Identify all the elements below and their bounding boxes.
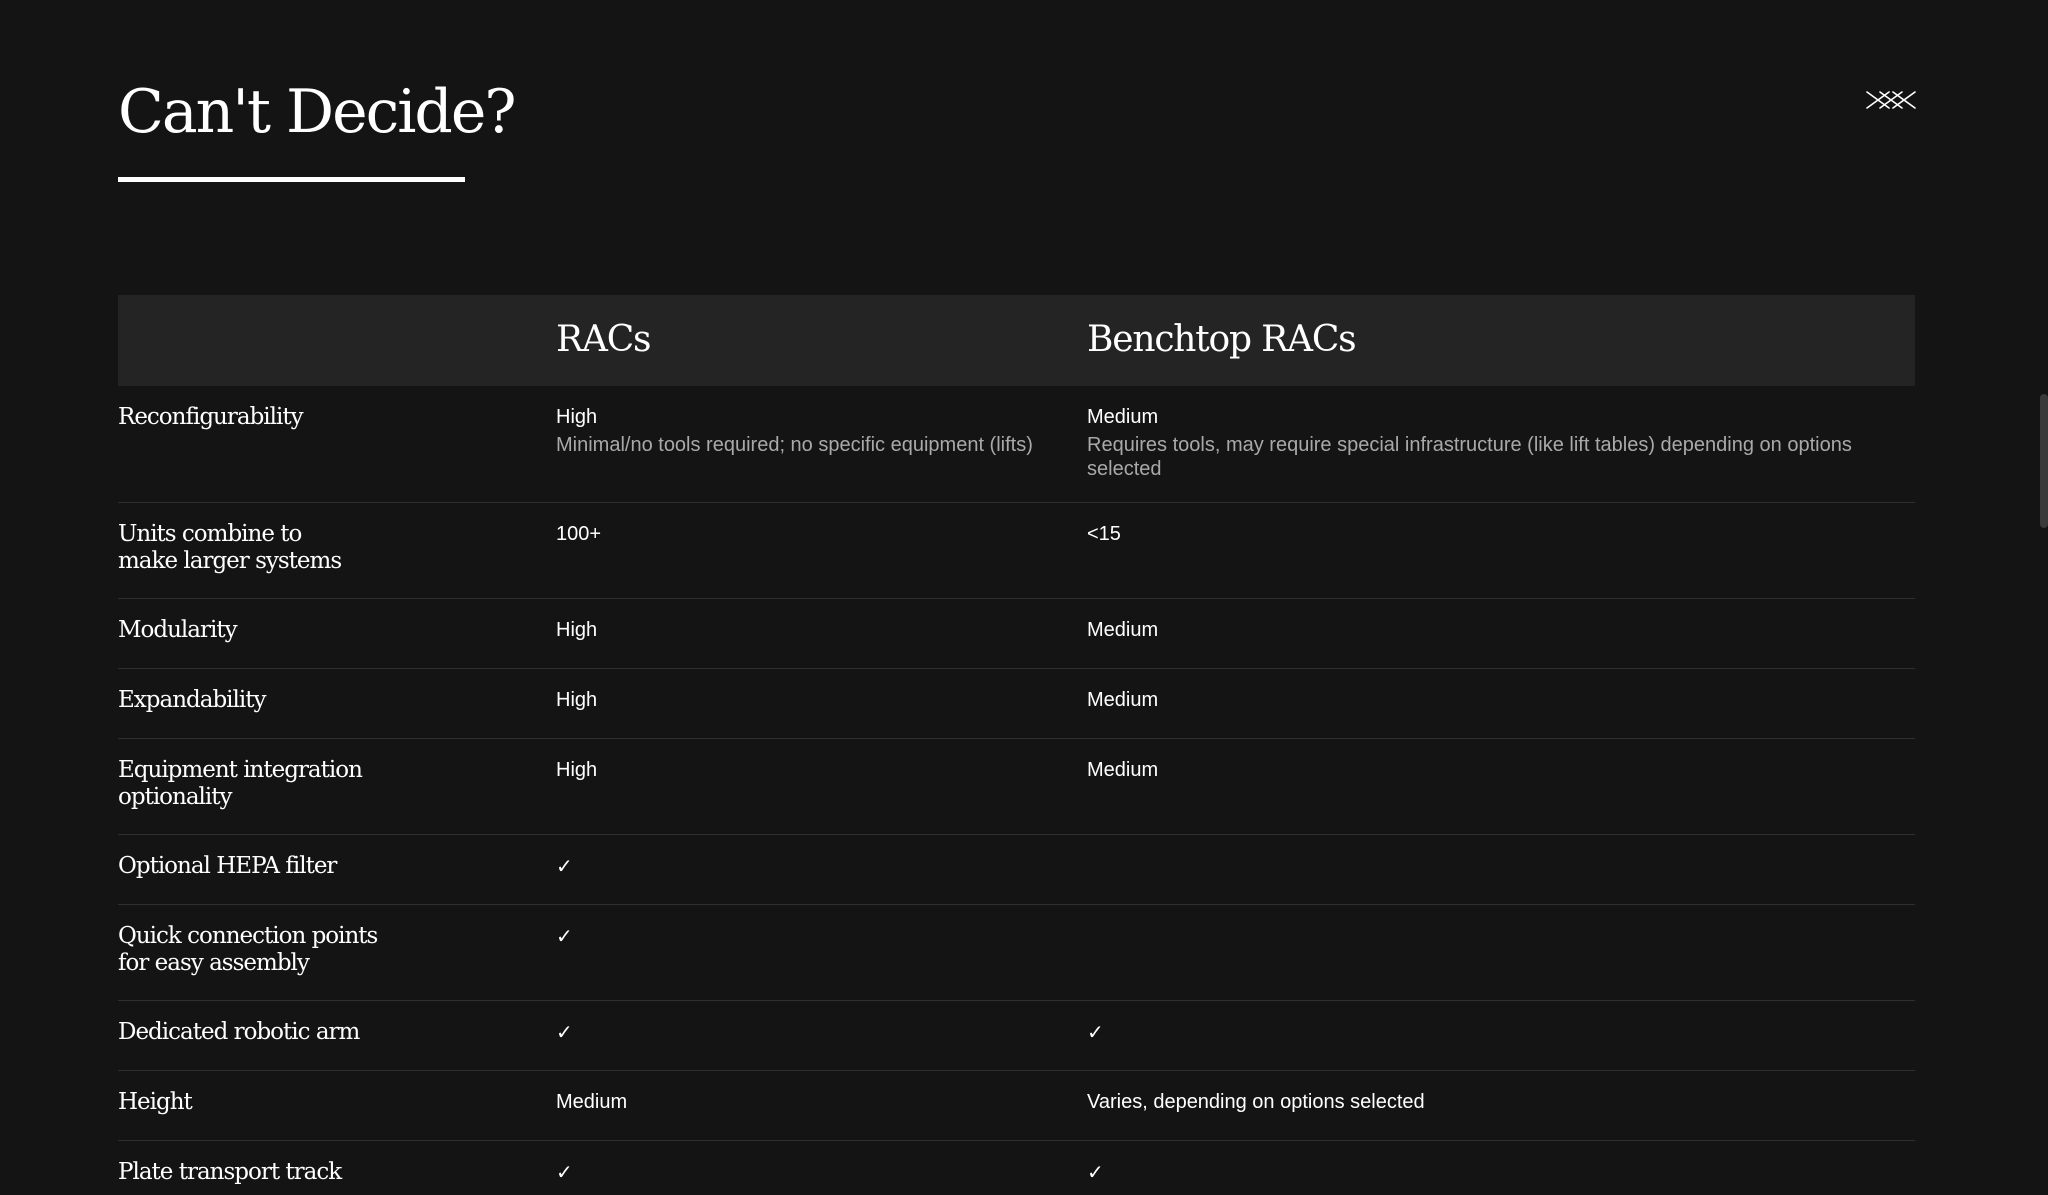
table-row: Optional HEPA filter ✓	[118, 835, 1915, 905]
benchtop-value: <15	[1087, 523, 1121, 545]
benchtop-value: Medium Requires tools, may require speci…	[1087, 404, 1907, 481]
table-row: Height Medium Varies, depending on optio…	[118, 1071, 1915, 1141]
row-label: Dedicated robotic arm	[118, 1019, 360, 1045]
benchtop-value: Medium	[1087, 759, 1159, 781]
racs-value: High	[556, 759, 598, 781]
table-row: Units combine to make larger systems 100…	[118, 503, 1915, 599]
table-row: Modularity High Medium	[118, 599, 1915, 669]
comparison-modal: Can't Decide? RACs Benchtop RACs Reconfi…	[0, 0, 2048, 1195]
row-label: Modularity	[118, 617, 238, 643]
benchtop-check: ✓	[1087, 1020, 1104, 1044]
benchtop-value: Varies, depending on options selected	[1087, 1091, 1425, 1113]
racs-value: Medium	[556, 1091, 628, 1113]
racs-rating: High	[556, 406, 598, 428]
page-title: Can't Decide?	[118, 77, 516, 147]
benchtop-check: ✓	[1087, 1160, 1104, 1184]
row-label: Units combine to make larger systems	[118, 521, 342, 574]
table-row: Dedicated robotic arm ✓ ✓	[118, 1001, 1915, 1071]
scrollbar-thumb[interactable]	[2040, 394, 2048, 528]
racs-check: ✓	[556, 854, 573, 878]
benchtop-note: Requires tools, may require special infr…	[1087, 434, 1852, 480]
racs-value: High	[556, 619, 598, 641]
racs-value: High Minimal/no tools required; no speci…	[556, 404, 1066, 457]
row-label: Reconfigurability	[118, 404, 304, 430]
table-row: Quick connection points for easy assembl…	[118, 905, 1915, 1001]
racs-value: 100+	[556, 523, 602, 545]
row-label: Expandability	[118, 687, 266, 713]
benchtop-value: Medium	[1087, 689, 1159, 711]
column-header-racs: RACs	[556, 319, 652, 360]
title-underline	[118, 177, 465, 182]
row-label: Height	[118, 1089, 193, 1115]
table-row: Plate transport track ✓ ✓	[118, 1141, 1915, 1195]
row-label: Plate transport track	[118, 1159, 342, 1185]
table-row: Reconfigurability High Minimal/no tools …	[118, 386, 1915, 503]
benchtop-value: Medium	[1087, 619, 1159, 641]
close-icon	[1866, 91, 1916, 109]
racs-check: ✓	[556, 924, 573, 948]
table-row: Equipment integration optionality High M…	[118, 739, 1915, 835]
row-label: Equipment integration optionality	[118, 757, 363, 810]
row-label: Quick connection points for easy assembl…	[118, 923, 378, 976]
racs-check: ✓	[556, 1020, 573, 1044]
benchtop-rating: Medium	[1087, 406, 1159, 428]
row-label: Optional HEPA filter	[118, 853, 337, 879]
comparison-table: RACs Benchtop RACs Reconfigurability Hig…	[118, 295, 1915, 1195]
racs-note: Minimal/no tools required; no specific e…	[556, 434, 1033, 456]
close-button[interactable]	[1866, 88, 1916, 112]
table-header: RACs Benchtop RACs	[118, 295, 1915, 386]
racs-check: ✓	[556, 1160, 573, 1184]
column-header-benchtop-racs: Benchtop RACs	[1087, 319, 1357, 360]
scrollbar[interactable]	[2034, 0, 2048, 1195]
racs-value: High	[556, 689, 598, 711]
table-row: Expandability High Medium	[118, 669, 1915, 739]
